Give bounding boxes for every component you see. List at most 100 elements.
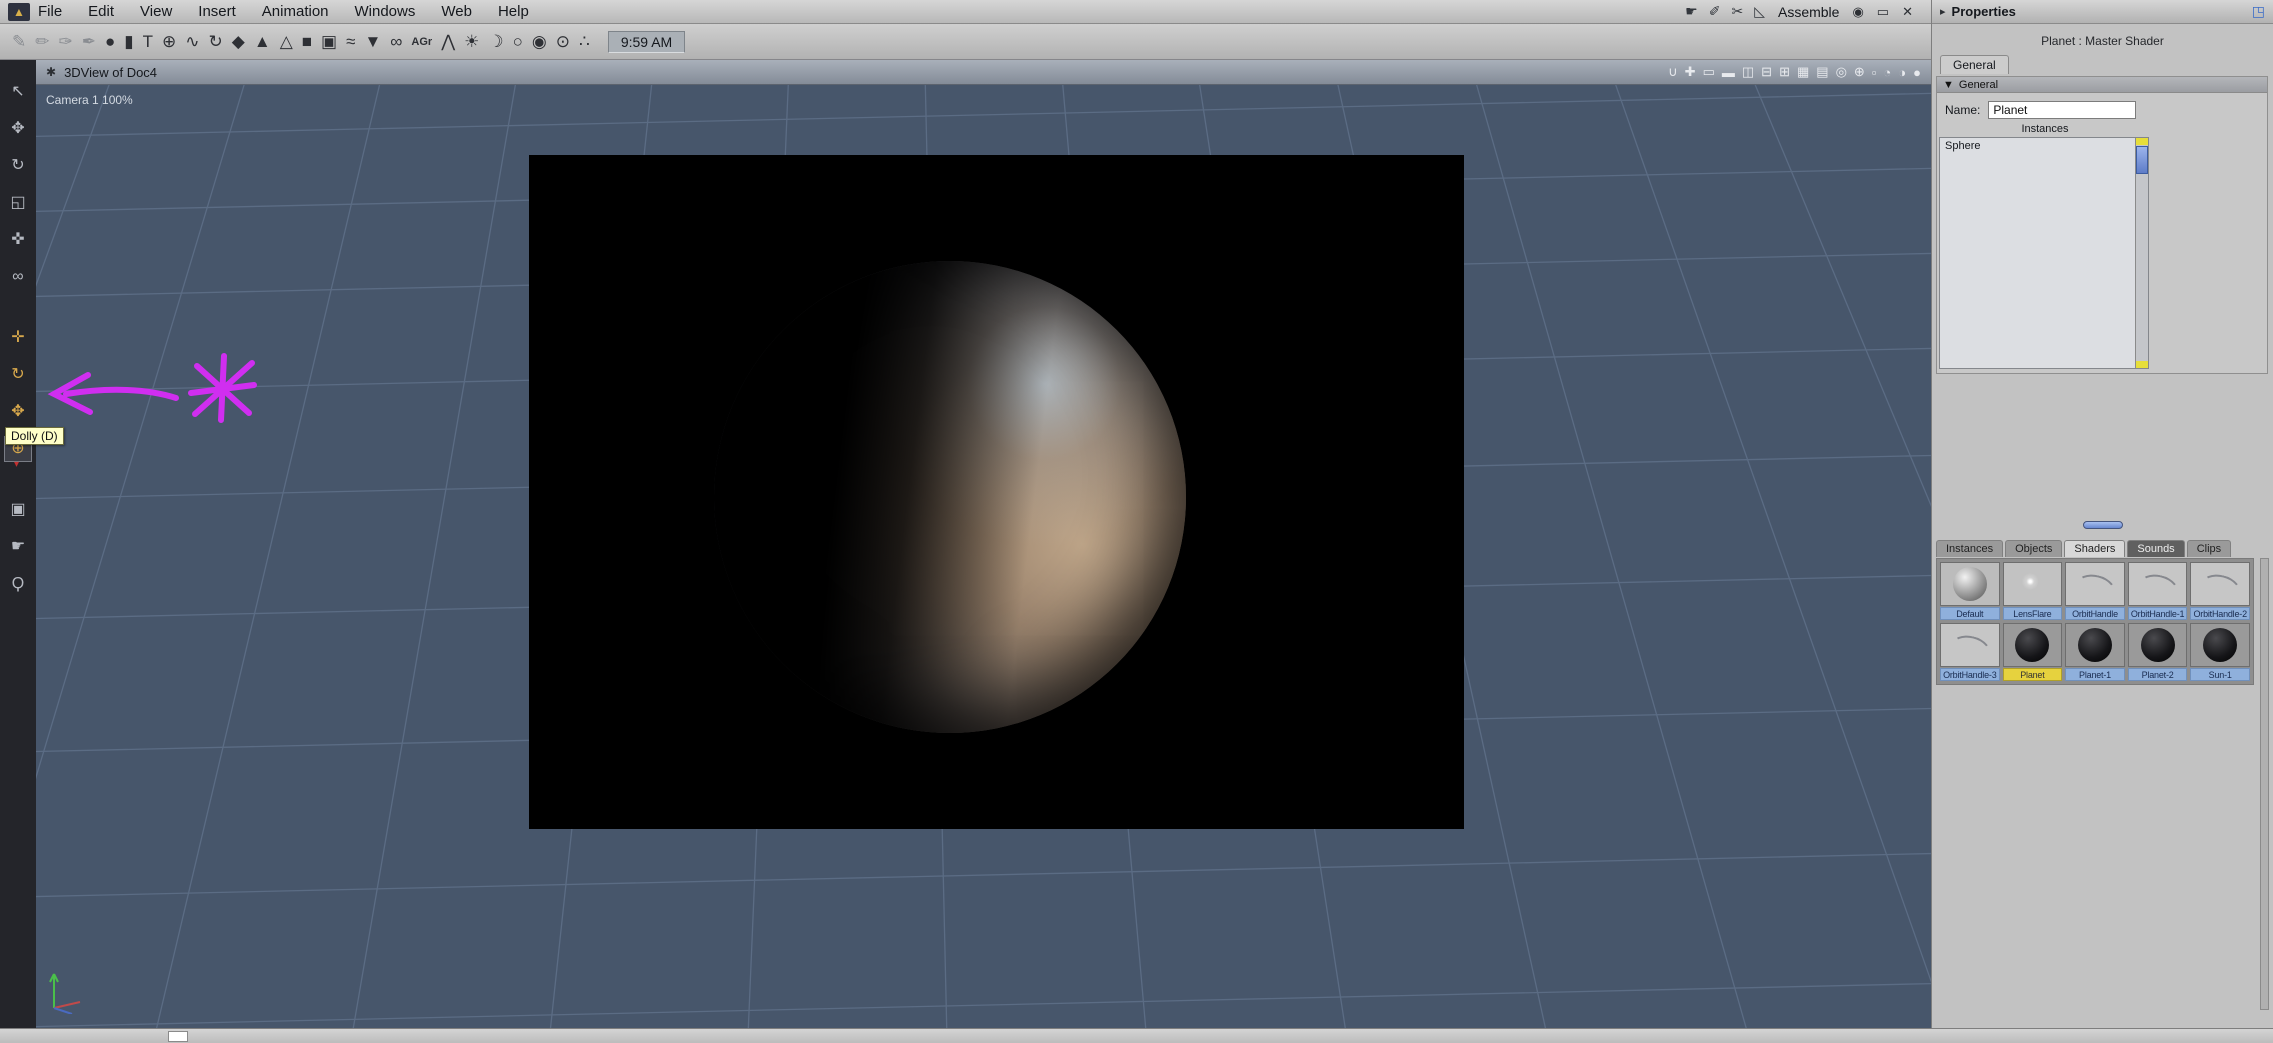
metaball-icon[interactable]: ∞ xyxy=(390,29,402,55)
zoom-tool-icon[interactable]: Ϙ xyxy=(5,572,31,596)
pan-view-icon[interactable]: ☛ xyxy=(5,535,31,559)
section-header[interactable]: ▼ General xyxy=(1937,77,2267,93)
panel-dock-icon[interactable]: ◳ xyxy=(2252,3,2265,20)
duplicate-icon[interactable]: ▣ xyxy=(321,29,337,55)
menu-item[interactable]: Windows xyxy=(355,3,416,20)
name-input[interactable] xyxy=(1988,101,2137,119)
shader-item[interactable]: Planet xyxy=(2002,623,2063,681)
globe-primitive-icon[interactable]: ⊕ xyxy=(162,29,176,55)
menu-item[interactable]: Help xyxy=(498,3,529,20)
tab-shaders[interactable]: Shaders xyxy=(2064,540,2126,557)
tab-sounds[interactable]: Sounds xyxy=(2127,540,2185,557)
frame-icon[interactable]: ▫ xyxy=(1872,65,1877,80)
viewport-canvas[interactable]: Camera 1 100% xyxy=(36,85,1931,1028)
hotpoint-tool-icon[interactable]: ✜ xyxy=(5,228,31,252)
rotate-tool-icon[interactable]: ↻ xyxy=(5,154,31,178)
assemble-hand-icon[interactable]: ☛ xyxy=(1685,3,1698,20)
model-pen-icon[interactable]: ✐ xyxy=(1709,3,1721,20)
terrain-icon[interactable]: ⋀ xyxy=(441,29,455,55)
shader-item[interactable]: OrbitHandle-2 xyxy=(2190,562,2250,620)
menu-item[interactable]: Edit xyxy=(88,3,114,20)
shader-item[interactable]: Default xyxy=(1940,562,2000,620)
snap-icon[interactable]: ∪ xyxy=(1668,64,1678,80)
splitter-handle[interactable] xyxy=(2082,521,2123,529)
shade-wire-icon[interactable]: ◔ xyxy=(1883,65,1891,80)
agr-text-icon[interactable]: AGr xyxy=(411,29,432,55)
text-primitive-icon[interactable]: T xyxy=(143,29,153,55)
scrollbar-thumb[interactable] xyxy=(2136,146,2148,174)
scale-tool-icon[interactable]: ◱ xyxy=(5,191,31,215)
shader-item[interactable]: Sun-1 xyxy=(2190,623,2250,681)
axes-icon[interactable]: ✚ xyxy=(1685,64,1696,80)
layout-split-v-icon[interactable]: ◫ xyxy=(1742,64,1754,80)
ocean-icon[interactable]: ≈ xyxy=(346,29,355,55)
layout-single-icon[interactable]: ▬ xyxy=(1722,65,1735,80)
menu-item[interactable]: Animation xyxy=(262,3,329,20)
general-section: ▼ General Name: Instances Sphere xyxy=(1936,76,2268,374)
eye-icon[interactable]: ◉ xyxy=(1852,4,1863,20)
instances-scrollbar[interactable] xyxy=(2135,138,2148,368)
room-selector[interactable]: Assemble xyxy=(1778,4,1839,20)
light-icon[interactable]: ☀ xyxy=(464,29,479,55)
shade-full-icon[interactable]: ● xyxy=(1913,65,1921,80)
move-tool-icon[interactable]: ✥ xyxy=(5,117,31,141)
menu-item[interactable]: File xyxy=(38,3,62,20)
shade-gouraud-icon[interactable]: ◑ xyxy=(1898,65,1906,80)
layout-quad-icon[interactable]: ⊞ xyxy=(1779,64,1790,80)
camera-icon[interactable]: ◉ xyxy=(532,29,547,55)
render-preview-icon[interactable]: ▣ xyxy=(5,498,31,522)
instances-list[interactable]: Sphere xyxy=(1939,137,2149,369)
ruler-icon[interactable]: ▭ xyxy=(1703,64,1715,80)
panel-disclosure-icon[interactable]: ▸ xyxy=(1940,5,1946,18)
menu-item[interactable]: Web xyxy=(441,3,472,20)
cube-primitive-icon[interactable]: ■ xyxy=(302,29,312,55)
pen-icon[interactable]: ✎ xyxy=(12,29,26,55)
tab-general[interactable]: General xyxy=(1940,55,2009,74)
layout-grid-icon[interactable]: ▦ xyxy=(1797,64,1809,80)
layout-rows-icon[interactable]: ▤ xyxy=(1816,64,1828,80)
cylinder-primitive-icon[interactable]: ▮ xyxy=(124,29,133,55)
list-item[interactable]: Sphere xyxy=(1940,138,2148,154)
tab-clips[interactable]: Clips xyxy=(2186,540,2232,557)
spline-icon[interactable]: ∿ xyxy=(185,29,199,55)
link-tool-icon[interactable]: ∞ xyxy=(5,265,31,289)
shader-item[interactable]: Planet-1 xyxy=(2065,623,2125,681)
menu-item[interactable]: View xyxy=(140,3,172,20)
track-camera-icon[interactable]: ✥ xyxy=(5,400,31,424)
shader-item[interactable]: OrbitHandle-3 xyxy=(1940,623,2000,681)
tab-objects[interactable]: Objects xyxy=(2005,540,2063,557)
sphere-primitive-icon[interactable]: ● xyxy=(105,29,115,55)
feather-icon[interactable]: ✏ xyxy=(35,29,49,55)
layout-split-h-icon[interactable]: ⊟ xyxy=(1761,64,1772,80)
browser-scrollbar[interactable] xyxy=(2260,558,2269,1010)
pan-camera-icon[interactable]: ✛ xyxy=(5,326,31,350)
shader-item[interactable]: LensFlare xyxy=(2002,562,2063,620)
bank-camera-icon[interactable]: ↻ xyxy=(5,363,31,387)
lathe-icon[interactable]: ↻ xyxy=(209,29,223,55)
tab-instances[interactable]: Instances xyxy=(1936,540,2004,557)
aim-icon[interactable]: ⊕ xyxy=(1854,64,1865,80)
cone-primitive-icon[interactable]: ▲ xyxy=(254,29,271,55)
close-button[interactable]: ✕ xyxy=(1902,4,1913,20)
drop-icon[interactable]: ▼ xyxy=(364,29,381,55)
shader-item[interactable]: Planet-2 xyxy=(2127,623,2188,681)
pyramid-primitive-icon[interactable]: △ xyxy=(280,29,293,55)
shader-item[interactable]: OrbitHandle-1 xyxy=(2127,562,2188,620)
shader-label: OrbitHandle-3 xyxy=(1940,668,2000,681)
select-tool-icon[interactable]: ↖ xyxy=(5,80,31,104)
marker-icon[interactable]: ✑ xyxy=(59,29,73,55)
polygon-icon[interactable]: ◆ xyxy=(232,29,245,55)
moon-icon[interactable]: ☽ xyxy=(488,29,503,55)
maximize-button[interactable]: ▭ xyxy=(1877,4,1889,20)
particle-icon[interactable]: ∴ xyxy=(579,29,590,55)
target-icon[interactable]: ⊙ xyxy=(556,29,570,55)
camera-select-icon[interactable]: ◎ xyxy=(1836,64,1847,80)
bulb-icon[interactable]: ○ xyxy=(513,29,523,55)
brush-icon[interactable]: ✒ xyxy=(82,29,96,55)
name-row: Name: xyxy=(1945,101,2137,119)
shader-item[interactable]: OrbitHandle xyxy=(2065,562,2125,620)
menu-item[interactable]: Insert xyxy=(198,3,236,20)
texture-knife-icon[interactable]: ✂ xyxy=(1731,3,1743,20)
viewport-options-icon[interactable]: ✱ xyxy=(46,65,56,79)
render-ruler-icon[interactable]: ◺ xyxy=(1754,3,1765,20)
